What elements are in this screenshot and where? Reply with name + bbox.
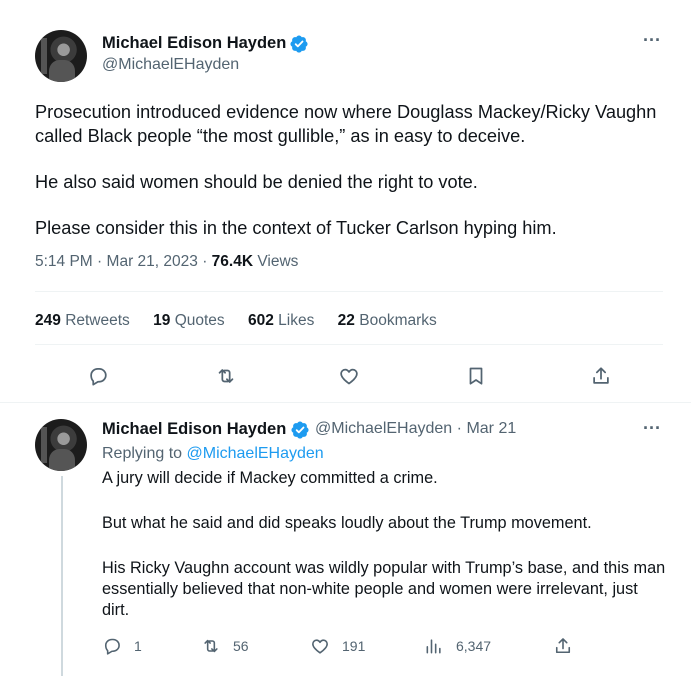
- like-icon: [312, 639, 328, 654]
- meta-separator: ·: [97, 253, 103, 270]
- replying-to: Replying to @MichaelEHayden: [102, 445, 324, 462]
- views-count: 76.4K: [211, 253, 254, 270]
- share-icon: [555, 638, 571, 654]
- reply-text: A jury will decide if Mackey committed a…: [102, 468, 667, 645]
- reply-like-button[interactable]: 191: [310, 636, 365, 656]
- reply-paragraph: His Ricky Vaughn account was wildly popu…: [102, 559, 666, 619]
- tweet-stats: 249 Retweets 19 Quotes 602 Likes 22 Book…: [35, 312, 456, 330]
- views-count: 6,347: [456, 638, 492, 654]
- views-label: Views: [257, 253, 299, 270]
- author-name[interactable]: Michael Edison Hayden: [102, 34, 286, 53]
- retweet-button[interactable]: [213, 363, 239, 389]
- more-icon[interactable]: ···: [643, 30, 661, 51]
- divider: [0, 402, 691, 403]
- retweet-count: 56: [233, 638, 249, 654]
- reply-icon: [104, 638, 120, 655]
- more-icon[interactable]: ···: [643, 418, 661, 439]
- retweets-stat[interactable]: 249 Retweets: [35, 312, 130, 329]
- tweet-date[interactable]: Mar 21, 2023: [107, 253, 198, 270]
- reply-handle-line: @MichaelEHayden · Mar 21: [315, 420, 516, 438]
- author-handle[interactable]: @MichaelEHayden: [102, 56, 239, 74]
- tweet-time[interactable]: 5:14 PM: [35, 253, 93, 270]
- divider: [35, 344, 663, 345]
- reply-author-name[interactable]: Michael Edison Hayden: [102, 420, 286, 439]
- replying-to-handle[interactable]: @MichaelEHayden: [187, 445, 324, 462]
- meta-separator: ·: [202, 253, 208, 270]
- tweet-paragraph: He also said women should be denied the …: [35, 172, 478, 192]
- retweet-icon: [204, 639, 218, 653]
- tweet-text: Prosecution introduced evidence now wher…: [35, 100, 665, 262]
- tweet-paragraph: Please consider this in the context of T…: [35, 218, 557, 238]
- reply-views-button[interactable]: 6,347: [424, 636, 491, 656]
- tweet-meta: 5:14 PM · Mar 21, 2023 · 76.4K Views: [35, 253, 298, 271]
- avatar[interactable]: [35, 419, 87, 471]
- like-count: 191: [342, 638, 366, 654]
- bookmark-icon: [469, 367, 483, 385]
- likes-stat[interactable]: 602 Likes: [248, 312, 314, 329]
- reply-reply-button[interactable]: 1: [102, 636, 142, 656]
- thread-line: [61, 476, 63, 676]
- divider: [35, 291, 663, 292]
- verified-badge-icon: [290, 35, 308, 53]
- bookmarks-stat[interactable]: 22 Bookmarks: [338, 312, 437, 329]
- reply-author-handle[interactable]: @MichaelEHayden: [315, 420, 452, 437]
- verified-badge-icon: [291, 421, 309, 439]
- reply-button[interactable]: [85, 363, 111, 389]
- tweet-paragraph: Prosecution introduced evidence now wher…: [35, 102, 657, 146]
- bookmark-button[interactable]: [463, 363, 489, 389]
- reply-paragraph: A jury will decide if Mackey committed a…: [102, 469, 438, 487]
- views-icon: [426, 639, 441, 654]
- reply-count: 1: [134, 638, 142, 654]
- avatar[interactable]: [35, 30, 87, 82]
- reply-icon: [90, 367, 107, 386]
- meta-separator: ·: [456, 420, 462, 437]
- like-icon: [340, 368, 358, 385]
- quotes-stat[interactable]: 19 Quotes: [153, 312, 225, 329]
- reply-paragraph: But what he said and did speaks loudly a…: [102, 514, 592, 532]
- reply-date[interactable]: Mar 21: [466, 420, 516, 437]
- reply-share-button[interactable]: [553, 636, 585, 656]
- retweet-icon: [218, 369, 234, 383]
- share-button[interactable]: [588, 363, 614, 389]
- like-button[interactable]: [336, 363, 362, 389]
- share-icon: [593, 367, 609, 384]
- reply-retweet-button[interactable]: 56: [201, 636, 249, 656]
